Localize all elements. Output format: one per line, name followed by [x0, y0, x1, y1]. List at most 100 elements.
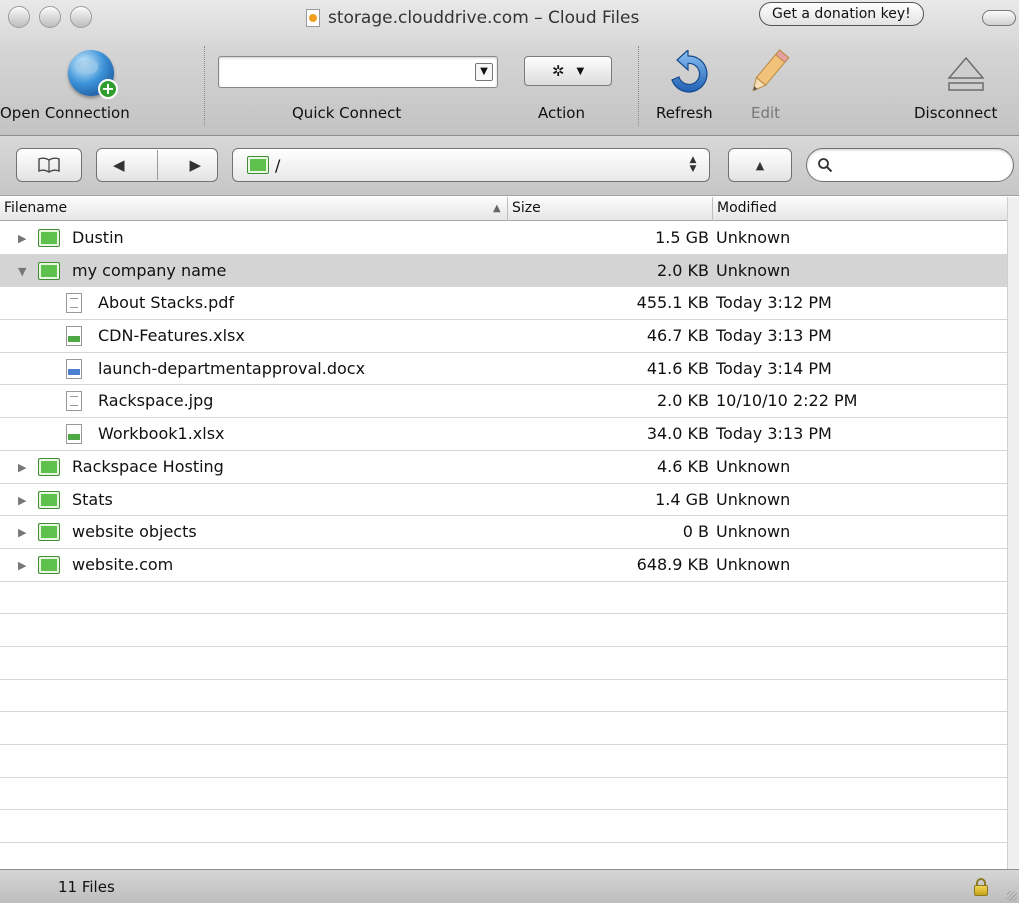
table-row[interactable]: About Stacks.pdf 455.1 KB Today 3:12 PM: [0, 287, 1007, 321]
row-size: 34.0 KB: [646, 424, 709, 444]
column-header-modified[interactable]: Modified: [712, 197, 1007, 221]
bookmarks-button[interactable]: [16, 148, 82, 182]
row-filename: CDN-Features.xlsx: [98, 326, 245, 346]
row-modified: Unknown: [716, 228, 791, 247]
empty-row: [0, 582, 1007, 615]
file-list: ▶ Dustin 1.5 GB Unknown ▼ my company name 2.0 …: [0, 222, 1007, 869]
toolbar-toggle-button[interactable]: [982, 10, 1016, 26]
table-row[interactable]: CDN-Features.xlsx 46.7 KB Today 3:13 PM: [0, 320, 1007, 353]
row-modified: Unknown: [716, 260, 791, 280]
table-row[interactable]: ▶ Dustin 1.5 GB Unknown: [0, 222, 1007, 255]
action-label: Action: [538, 104, 585, 122]
book-icon: [38, 157, 60, 173]
navigation-bar: ◀ ▶ / ▲ ▼ ▲: [0, 136, 1019, 196]
column-header-size[interactable]: Size: [507, 197, 712, 221]
path-selector[interactable]: / ▲ ▼: [232, 148, 710, 182]
action-menu-button[interactable]: ✲ ▼: [524, 56, 612, 86]
parent-directory-button[interactable]: ▲: [728, 148, 792, 182]
empty-row: [0, 680, 1007, 713]
row-modified: Unknown: [716, 554, 791, 574]
refresh-button[interactable]: Refresh: [656, 104, 713, 122]
file-icon: [66, 326, 82, 347]
back-button[interactable]: ◀: [113, 156, 125, 174]
disclosure-closed-icon[interactable]: ▶: [18, 526, 26, 539]
window-title-text: storage.clouddrive.com – Cloud Files: [328, 8, 640, 28]
table-row[interactable]: ▶ Rackspace Hosting 4.6 KB Unknown: [0, 451, 1007, 484]
row-filename: launch-departmentapproval.docx: [98, 358, 366, 378]
row-size: 41.6 KB: [646, 358, 709, 378]
table-row[interactable]: launch-departmentapproval.docx 41.6 KB Tod…: [0, 353, 1007, 386]
row-size: 0 B: [682, 522, 709, 542]
table-row[interactable]: ▼ my company name 2.0 KB Unknown: [0, 254, 1007, 288]
close-window-button[interactable]: [8, 6, 30, 28]
lock-icon[interactable]: [974, 878, 988, 896]
forward-button[interactable]: ▶: [189, 156, 201, 174]
globe-plus-icon[interactable]: +: [68, 50, 118, 99]
row-filename: website objects: [72, 522, 197, 542]
pencil-icon[interactable]: [744, 46, 792, 100]
row-filename: Rackspace Hosting: [72, 456, 224, 476]
row-size: 2.0 KB: [657, 260, 709, 280]
sort-ascending-icon: ▲: [493, 203, 501, 214]
quick-connect-input[interactable]: [219, 57, 469, 87]
disconnect-button[interactable]: Disconnect: [914, 104, 997, 122]
refresh-icon[interactable]: [664, 50, 712, 98]
column-header-filename[interactable]: Filename: [0, 197, 507, 221]
empty-row: [0, 843, 1007, 869]
row-size: 2.0 KB: [657, 391, 709, 411]
folder-icon: [38, 523, 60, 542]
search-icon: [818, 158, 833, 173]
search-field[interactable]: [806, 148, 1014, 182]
table-row[interactable]: ▶ website.com 648.9 KB Unknown: [0, 549, 1007, 582]
row-filename: Workbook1.xlsx: [98, 424, 225, 444]
document-proxy-icon[interactable]: [306, 9, 320, 27]
resize-grip[interactable]: [1007, 891, 1017, 901]
row-modified: Unknown: [716, 456, 791, 476]
toolbar-separator: [638, 46, 639, 126]
zoom-window-button[interactable]: [70, 6, 92, 28]
disclosure-closed-icon[interactable]: ▶: [18, 559, 26, 572]
row-size: 648.9 KB: [636, 554, 709, 574]
row-filename: Dustin: [72, 228, 124, 247]
up-arrow-icon: ▲: [755, 158, 765, 172]
folder-icon: [38, 261, 60, 280]
toolbar-separator: [204, 46, 205, 126]
folder-icon: [38, 457, 60, 476]
row-modified: Today 3:13 PM: [716, 326, 832, 346]
window-title: storage.clouddrive.com – Cloud Files: [306, 6, 639, 30]
eject-icon[interactable]: [945, 54, 987, 94]
file-icon: [66, 293, 82, 314]
disclosure-closed-icon[interactable]: ▶: [18, 494, 26, 507]
up-down-arrows-icon: ▲ ▼: [689, 155, 697, 174]
row-modified: Today 3:13 PM: [716, 424, 832, 444]
window-toolbar: storage.clouddrive.com – Cloud Files Get…: [0, 0, 1019, 136]
table-row[interactable]: Workbook1.xlsx 34.0 KB Today 3:13 PM: [0, 418, 1007, 451]
minimize-window-button[interactable]: [39, 6, 61, 28]
file-list-header: Filename ▲ Size Modified: [0, 197, 1007, 221]
search-input[interactable]: [839, 151, 1009, 179]
table-row[interactable]: Rackspace.jpg 2.0 KB 10/10/10 2:22 PM: [0, 385, 1007, 419]
row-modified: Unknown: [716, 489, 791, 509]
quick-connect-label: Quick Connect: [292, 104, 402, 122]
row-size: 46.7 KB: [646, 326, 709, 346]
open-connection-button[interactable]: Open Connection: [0, 104, 130, 122]
row-modified: Unknown: [716, 522, 791, 542]
status-bar: 11 Files: [0, 869, 1019, 903]
file-icon: [66, 424, 82, 445]
chevron-down-icon[interactable]: ▼: [475, 63, 493, 81]
donation-key-button[interactable]: Get a donation key!: [759, 2, 924, 26]
folder-icon: [247, 156, 269, 174]
file-icon: [66, 358, 82, 379]
disclosure-closed-icon[interactable]: ▶: [18, 461, 26, 474]
row-size: 1.4 GB: [655, 489, 709, 509]
vertical-scrollbar[interactable]: [1007, 197, 1019, 869]
row-filename: Stats: [72, 489, 113, 509]
quick-connect-combobox[interactable]: ▼: [218, 56, 498, 88]
current-path: /: [275, 155, 281, 175]
table-row[interactable]: ▶ Stats 1.4 GB Unknown: [0, 484, 1007, 517]
edit-button[interactable]: Edit: [751, 104, 780, 122]
disclosure-closed-icon[interactable]: ▶: [18, 232, 26, 245]
disclosure-open-icon[interactable]: ▼: [18, 265, 26, 278]
table-row[interactable]: ▶ website objects 0 B Unknown: [0, 516, 1007, 549]
row-filename: my company name: [72, 260, 227, 280]
